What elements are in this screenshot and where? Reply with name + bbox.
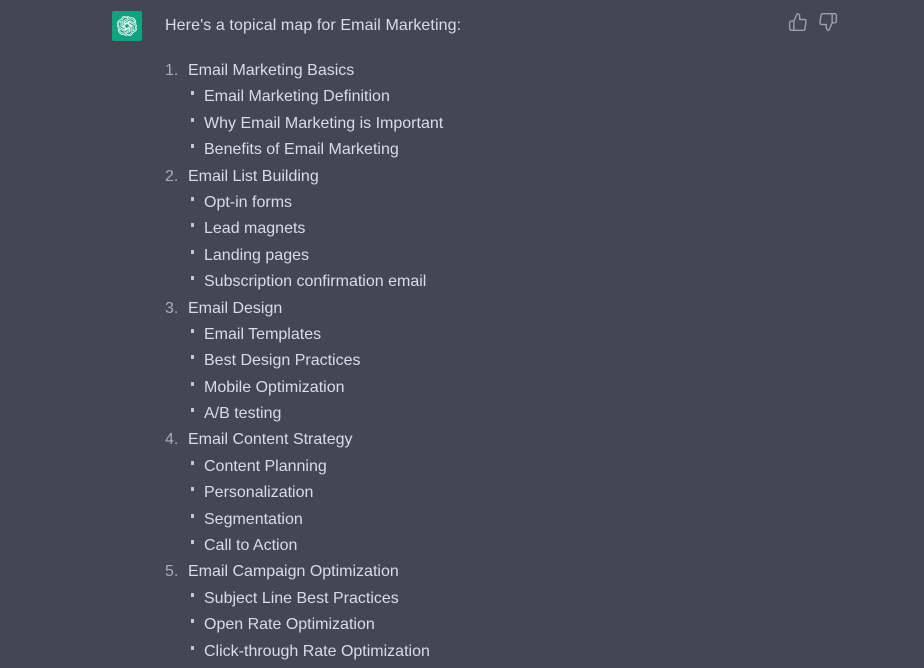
- subtopic-item: Content Planning: [165, 454, 844, 480]
- topic-section: 2. Email List Building Opt-in forms Lead…: [165, 164, 844, 296]
- subtopic-label: Email Templates: [204, 325, 322, 343]
- topic-section-header: 2. Email List Building: [165, 164, 844, 190]
- topic-title: Email Content Strategy: [188, 431, 353, 449]
- subtopic-item: Personalization: [165, 480, 844, 506]
- subtopic-label: Personalization: [204, 484, 314, 502]
- subtopic-label: Benefits of Email Marketing: [204, 141, 399, 159]
- subtopic-item: Best Design Practices: [165, 348, 844, 374]
- subtopic-label: Open Rate Optimization: [204, 616, 375, 634]
- subtopic-list: Email Templates Best Design Practices Mo…: [165, 322, 844, 428]
- subtopic-label: Landing pages: [204, 246, 309, 264]
- subtopic-item: Click-through Rate Optimization: [165, 639, 844, 665]
- subtopic-item: A/B testing: [165, 401, 844, 427]
- subtopic-list: Email Marketing Definition Why Email Mar…: [165, 84, 844, 163]
- topic-section: 3. Email Design Email Templates Best Des…: [165, 296, 844, 428]
- subtopic-label: Call to Action: [204, 537, 298, 555]
- topic-section: 4. Email Content Strategy Content Planni…: [165, 427, 844, 559]
- subtopic-item: Segmentation: [165, 507, 844, 533]
- topic-section-header: 3. Email Design: [165, 296, 844, 322]
- subtopic-item: Subject Line Best Practices: [165, 586, 844, 612]
- subtopic-label: Content Planning: [204, 457, 327, 475]
- topic-title: Email List Building: [188, 167, 319, 185]
- subtopic-label: Opt-in forms: [204, 193, 293, 211]
- topic-number: 3.: [165, 299, 179, 317]
- subtopic-item: Lead magnets: [165, 216, 844, 242]
- topic-number: 2.: [165, 167, 179, 185]
- topic-section-header: 4. Email Content Strategy: [165, 427, 844, 453]
- topic-title: Email Design: [188, 299, 283, 317]
- subtopic-label: Subject Line Best Practices: [204, 589, 399, 607]
- subtopic-label: Subscription confirmation email: [204, 273, 427, 291]
- intro-text: Here's a topical map for Email Marketing…: [165, 17, 462, 34]
- subtopic-label: Best Design Practices: [204, 352, 361, 370]
- subtopic-list: Content Planning Personalization Segment…: [165, 454, 844, 560]
- topic-section: 1. Email Marketing Basics Email Marketin…: [165, 58, 844, 164]
- subtopic-item: Open Rate Optimization: [165, 612, 844, 638]
- subtopic-item: Subscription confirmation email: [165, 269, 844, 295]
- subtopic-list: Subject Line Best Practices Open Rate Op…: [165, 586, 844, 665]
- topic-number: 4.: [165, 431, 179, 449]
- subtopic-item: Opt-in forms: [165, 190, 844, 216]
- subtopic-list: Opt-in forms Lead magnets Landing pages …: [165, 190, 844, 296]
- topic-section-header: 5. Email Campaign Optimization: [165, 559, 844, 585]
- assistant-message-block: Here's a topical map for Email Marketing…: [0, 0, 924, 668]
- subtopic-item: Email Templates: [165, 322, 844, 348]
- topic-section: 5. Email Campaign Optimization Subject L…: [165, 559, 844, 665]
- subtopic-item: Call to Action: [165, 533, 844, 559]
- subtopic-item: Email Marketing Definition: [165, 84, 844, 110]
- subtopic-label: Mobile Optimization: [204, 378, 345, 396]
- subtopic-item: Why Email Marketing is Important: [165, 111, 844, 137]
- subtopic-label: Lead magnets: [204, 220, 306, 238]
- topic-number: 5.: [165, 563, 179, 581]
- topic-title: Email Marketing Basics: [188, 62, 355, 79]
- subtopic-item: Landing pages: [165, 243, 844, 269]
- topic-title: Email Campaign Optimization: [188, 563, 399, 581]
- subtopic-label: A/B testing: [204, 405, 282, 423]
- message-content: Here's a topical map for Email Marketing…: [165, 0, 844, 665]
- subtopic-label: Email Marketing Definition: [204, 88, 390, 106]
- subtopic-label: Why Email Marketing is Important: [204, 114, 444, 132]
- openai-logo-icon: [112, 11, 142, 41]
- subtopic-label: Click-through Rate Optimization: [204, 642, 430, 660]
- subtopic-label: Segmentation: [204, 510, 303, 528]
- subtopic-item: Mobile Optimization: [165, 375, 844, 401]
- topical-map-list: 1. Email Marketing Basics Email Marketin…: [165, 37, 844, 665]
- topic-number: 1.: [165, 62, 179, 79]
- subtopic-item: Benefits of Email Marketing: [165, 137, 844, 163]
- topic-section-header: 1. Email Marketing Basics: [165, 58, 844, 84]
